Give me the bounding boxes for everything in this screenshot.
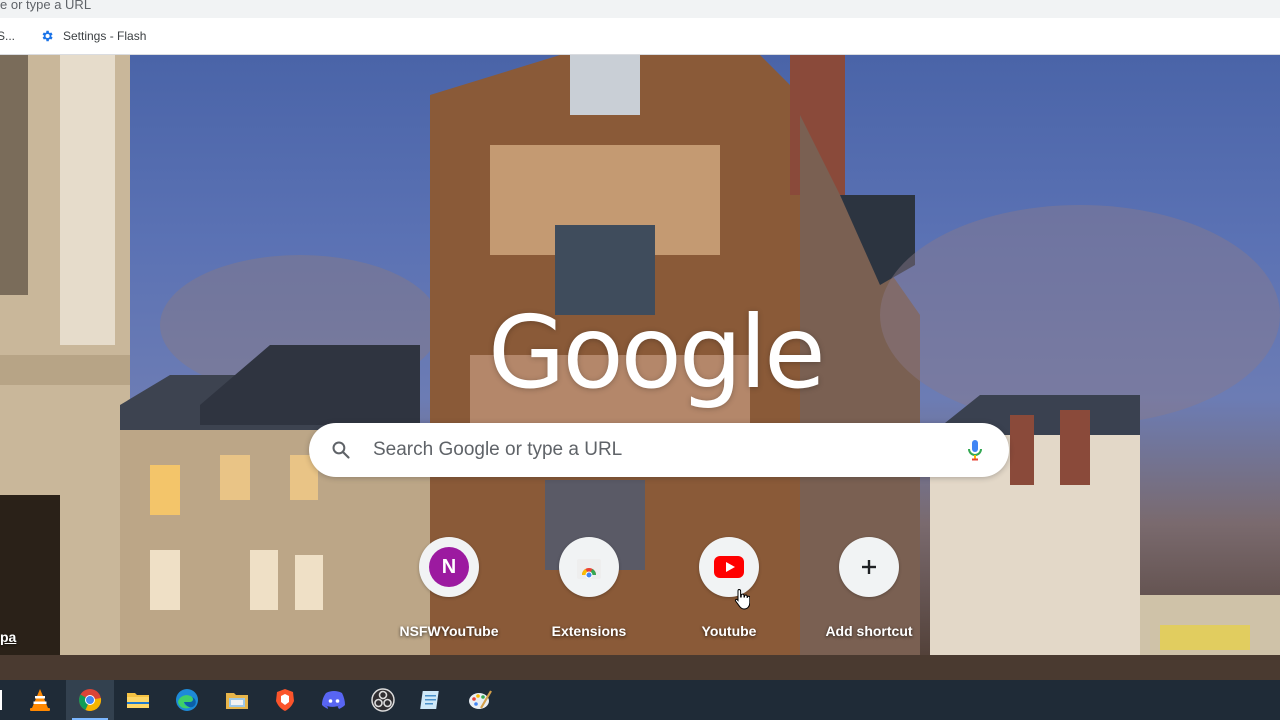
shortcut-label: Youtube xyxy=(701,623,757,639)
notepad-icon xyxy=(420,691,439,709)
bookmarks-bar: S... Settings - Flash xyxy=(0,18,1280,55)
google-logo: Google xyxy=(488,294,826,411)
new-tab-page: Google N NSFWYouTube xyxy=(0,55,1280,680)
taskbar-notepad[interactable] xyxy=(407,680,455,720)
shortcut-label: Extensions xyxy=(551,623,627,639)
search-icon xyxy=(332,441,350,459)
plus-icon xyxy=(862,560,876,574)
gear-icon xyxy=(42,30,53,42)
taskbar-chrome[interactable] xyxy=(66,680,114,720)
taskbar-edge-indicator xyxy=(0,690,2,710)
taskbar-file-explorer[interactable] xyxy=(114,680,162,720)
youtube-icon xyxy=(714,556,744,578)
bookmark-item-settings-flash[interactable]: Settings - Flash xyxy=(40,18,146,54)
shortcut-icon-container xyxy=(699,537,759,597)
truncated-link[interactable]: pa xyxy=(0,629,16,645)
omnibox-text: e or type a URL xyxy=(0,0,92,12)
shortcut-icon-container: N xyxy=(419,537,479,597)
brave-icon xyxy=(276,689,294,711)
obs-icon xyxy=(371,688,395,712)
file-manager-icon xyxy=(226,693,248,709)
paint-icon xyxy=(469,690,492,709)
bookmark-label: Settings - Flash xyxy=(63,29,147,43)
letter-avatar-icon: N xyxy=(429,547,469,587)
shortcut-icon-container xyxy=(839,537,899,597)
microphone-icon[interactable] xyxy=(963,438,987,462)
file-explorer-icon xyxy=(127,693,149,708)
chrome-icon xyxy=(79,689,102,712)
search-input[interactable] xyxy=(373,423,933,477)
shortcut-label: Add shortcut xyxy=(825,623,913,639)
bookmark-item-truncated[interactable]: S... xyxy=(0,18,15,54)
taskbar-edge[interactable] xyxy=(163,680,211,720)
shortcut-tile-extensions[interactable]: Extensions xyxy=(533,533,645,645)
taskbar-paint[interactable] xyxy=(456,680,504,720)
shortcut-tile-nsfwyoutube[interactable]: N NSFWYouTube xyxy=(393,533,505,645)
taskbar-discord[interactable] xyxy=(310,680,358,720)
taskbar xyxy=(0,680,1280,720)
vlc-icon xyxy=(30,689,50,711)
search-box[interactable] xyxy=(309,423,1009,477)
shortcut-tile-add-shortcut[interactable]: Add shortcut xyxy=(813,533,925,645)
discord-icon xyxy=(322,691,345,709)
taskbar-obs[interactable] xyxy=(359,680,407,720)
chrome-web-store-icon xyxy=(577,559,601,579)
shortcut-icon-container xyxy=(559,537,619,597)
edge-icon xyxy=(176,689,198,711)
taskbar-brave[interactable] xyxy=(261,680,309,720)
shortcut-label: NSFWYouTube xyxy=(399,623,499,639)
taskbar-file-manager[interactable] xyxy=(213,680,261,720)
omnibox[interactable]: e or type a URL xyxy=(0,0,1280,19)
shortcut-tile-youtube[interactable]: Youtube xyxy=(673,533,785,645)
hand-cursor-icon xyxy=(734,588,750,610)
bookmark-label: S... xyxy=(0,29,16,43)
taskbar-vlc[interactable] xyxy=(16,680,64,720)
